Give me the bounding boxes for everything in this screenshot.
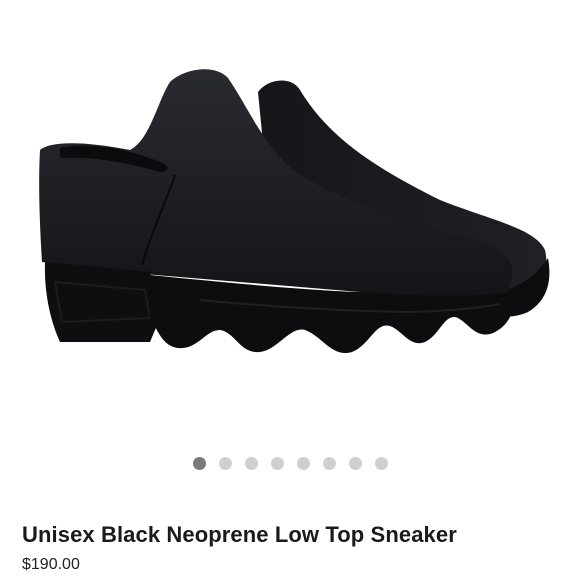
product-price: $190.00 [22, 556, 80, 573]
carousel-dot[interactable] [322, 456, 336, 470]
carousel-dot[interactable] [374, 456, 388, 470]
carousel-dot[interactable] [244, 456, 258, 470]
carousel-dot[interactable] [192, 456, 206, 470]
carousel-dot[interactable] [218, 456, 232, 470]
product-image[interactable] [0, 0, 580, 440]
carousel-dot[interactable] [296, 456, 310, 470]
product-page: Unisex Black Neoprene Low Top Sneaker $1… [0, 0, 580, 580]
image-carousel-dots [0, 455, 580, 471]
product-title: Unisex Black Neoprene Low Top Sneaker [22, 522, 457, 547]
carousel-dot[interactable] [348, 456, 362, 470]
front-shoe-heel [44, 262, 160, 342]
carousel-dot[interactable] [270, 456, 284, 470]
sneaker-illustration [39, 69, 550, 354]
